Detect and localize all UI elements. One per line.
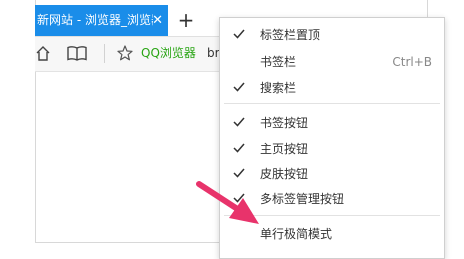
check-icon: [233, 168, 245, 178]
home-icon[interactable]: [36, 45, 50, 61]
menu-item-search-bar[interactable]: 搜索栏: [220, 75, 444, 101]
menu-divider: [224, 103, 440, 104]
menu-item-label: 书签栏: [260, 55, 297, 69]
menu-item-shortcut: Ctrl+B: [392, 55, 432, 69]
menu-item-label: 单行极简模式: [260, 227, 333, 241]
menu-item-label: 主页按钮: [260, 142, 309, 156]
menu-item-label: 多标签管理按钮: [260, 192, 345, 206]
menu-item-label: 皮肤按钮: [260, 167, 309, 181]
menu-item-label: 搜索栏: [260, 81, 297, 95]
check-icon: [233, 143, 245, 153]
check-icon: [233, 117, 245, 127]
menu-item-tabbar-top[interactable]: 标签栏置顶: [220, 22, 444, 48]
menu-item-label: 标签栏置顶: [260, 28, 321, 42]
bookmark-book-icon[interactable]: [67, 46, 87, 61]
tab-close-icon[interactable]: ✕: [152, 5, 163, 36]
check-icon: [233, 29, 245, 39]
menu-item-bookmark-bar[interactable]: 书签栏 Ctrl+B: [220, 49, 444, 75]
new-tab-button[interactable]: +: [176, 5, 196, 36]
menu-item-home-button[interactable]: 主页按钮: [220, 136, 444, 162]
tab-title: 新网站 - 浏览器_浏览器: [37, 13, 153, 27]
menu-item-bookmark-button[interactable]: 书签按钮: [220, 110, 444, 136]
check-icon: [233, 82, 245, 92]
menu-item-label: 书签按钮: [260, 116, 309, 130]
bookmark-br[interactable]: br: [207, 44, 220, 62]
star-icon[interactable]: [117, 45, 133, 61]
arrow-annotation: [196, 181, 259, 224]
toolbar-separator: [104, 44, 105, 63]
tab-active[interactable]: 新网站 - 浏览器_浏览器 ✕: [35, 5, 168, 36]
bookmark-qq-browser[interactable]: QQ浏览器: [141, 44, 196, 62]
